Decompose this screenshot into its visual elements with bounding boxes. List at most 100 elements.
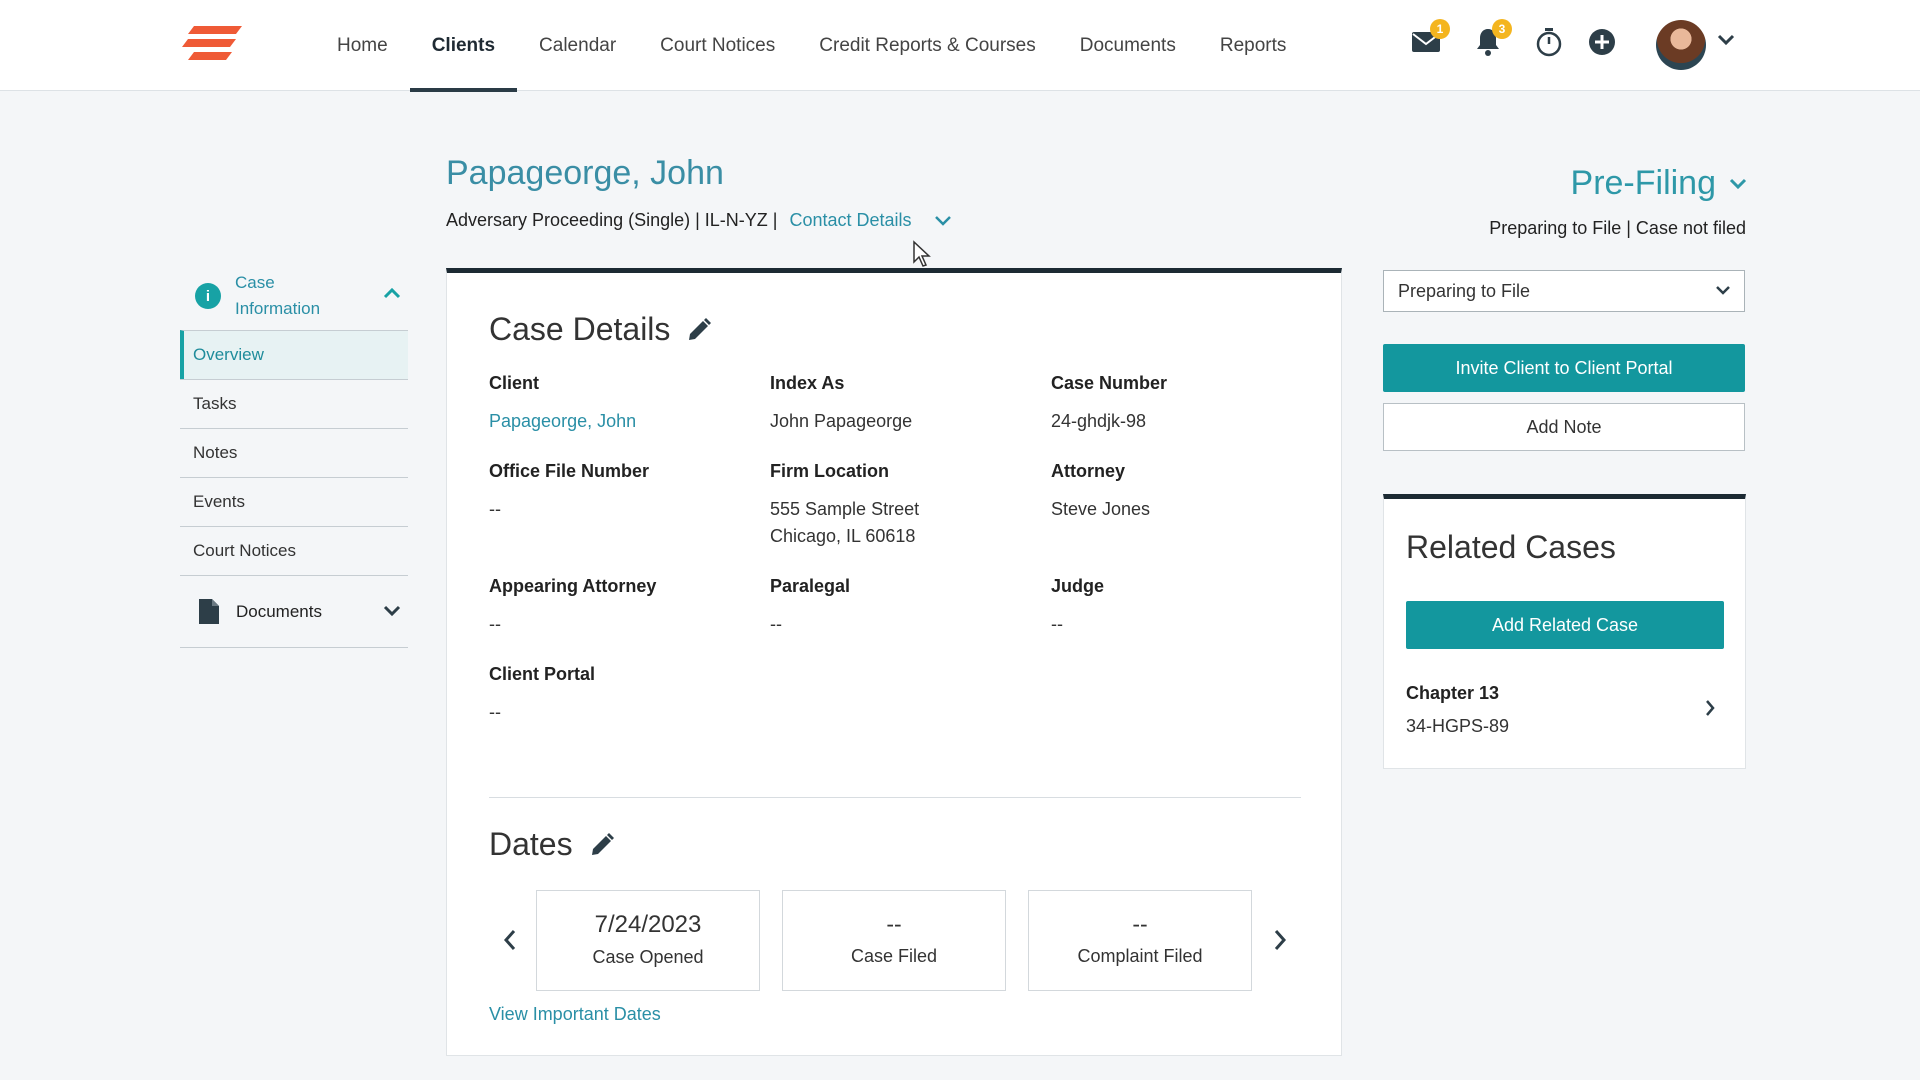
- date-label: Case Opened: [592, 947, 704, 967]
- field-value: 24-ghdjk-98: [1051, 411, 1147, 431]
- sidebar-item-court-notices[interactable]: Court Notices: [180, 526, 408, 575]
- pencil-icon[interactable]: [589, 832, 615, 858]
- sidebar-item-overview[interactable]: Overview: [180, 330, 408, 379]
- mail-badge: 1: [1430, 19, 1450, 39]
- case-status-select[interactable]: Preparing to File: [1383, 270, 1745, 312]
- date-value: 7/24/2023: [594, 911, 702, 938]
- field-label: Client Portal: [489, 664, 596, 684]
- field-value: John Papageorge: [770, 411, 913, 431]
- sidebar-item-notes[interactable]: Notes: [180, 428, 408, 477]
- dates-title: Dates: [489, 826, 573, 862]
- field-label: Judge: [1051, 576, 1105, 596]
- chevron-up-icon: [383, 287, 401, 299]
- view-important-dates-link[interactable]: View Important Dates: [489, 1004, 661, 1025]
- chevron-down-icon: [1716, 286, 1730, 295]
- sidebar-item-events[interactable]: Events: [180, 477, 408, 526]
- date-label: Complaint Filed: [1077, 946, 1203, 966]
- invite-client-portal-button[interactable]: Invite Client to Client Portal: [1383, 344, 1745, 392]
- field-attorney: Attorney Steve Jones: [1051, 461, 1311, 523]
- chevron-left-icon: [503, 930, 516, 950]
- field-value: --: [770, 614, 782, 634]
- field-label: Client: [489, 373, 540, 393]
- field-value: Steve Jones: [1051, 499, 1151, 519]
- case-type-jurisdiction: Adversary Proceeding (Single) | IL-N-YZ …: [446, 210, 778, 230]
- nav-credit-reports-courses[interactable]: Credit Reports & Courses: [797, 0, 1057, 91]
- dates-prev-button[interactable]: [495, 925, 525, 955]
- main-nav: Home Clients Calendar Court Notices Cred…: [315, 0, 1309, 92]
- case-stage-label: Pre-Filing: [1570, 164, 1716, 202]
- related-case-chapter: Chapter 13: [1406, 683, 1500, 703]
- dates-next-button[interactable]: [1265, 925, 1295, 955]
- field-label: Appearing Attorney: [489, 576, 657, 596]
- case-status-selected: Preparing to File: [1398, 280, 1531, 301]
- chevron-down-icon[interactable]: [934, 215, 952, 227]
- nav-calendar[interactable]: Calendar: [517, 0, 638, 91]
- case-details-heading: Case Details: [489, 311, 712, 348]
- case-details-card: Case Details Client Papageorge, John Ind…: [446, 268, 1342, 1056]
- case-stage-dropdown[interactable]: Pre-Filing: [1571, 164, 1748, 203]
- field-value: --: [489, 614, 501, 634]
- add-related-case-button[interactable]: Add Related Case: [1406, 601, 1724, 649]
- field-label: Office File Number: [489, 461, 650, 481]
- chevron-right-icon: [1706, 700, 1715, 716]
- info-icon: i: [195, 283, 221, 309]
- date-card-case-opened: 7/24/2023 Case Opened: [536, 890, 760, 991]
- case-information-section[interactable]: i Case Information: [180, 262, 408, 330]
- pencil-icon[interactable]: [686, 317, 712, 343]
- sidebar-item-tasks[interactable]: Tasks: [180, 379, 408, 428]
- chevron-down-icon: [1717, 34, 1735, 46]
- field-office-file-number: Office File Number --: [489, 461, 749, 523]
- client-name-title: Papageorge, John: [446, 154, 724, 192]
- notifications-button[interactable]: 3: [1470, 19, 1512, 60]
- app-logo[interactable]: [180, 24, 244, 64]
- nav-court-notices[interactable]: Court Notices: [638, 0, 797, 91]
- add-new-button[interactable]: [1584, 24, 1620, 60]
- date-card-case-filed: -- Case Filed: [782, 890, 1006, 991]
- user-avatar[interactable]: [1656, 20, 1706, 70]
- case-information-label: Case Information: [235, 273, 321, 318]
- field-label: Index As: [770, 373, 845, 393]
- related-cases-card: Related Cases Add Related Case Chapter 1…: [1383, 494, 1746, 769]
- field-label: Case Number: [1051, 373, 1168, 393]
- sidebar-item-documents[interactable]: Documents: [180, 575, 408, 648]
- stopwatch-icon: [1536, 28, 1562, 57]
- field-value: --: [489, 702, 501, 722]
- contact-details-link[interactable]: Contact Details: [789, 210, 911, 231]
- related-cases-title: Related Cases: [1406, 529, 1616, 565]
- nav-reports[interactable]: Reports: [1198, 0, 1309, 91]
- plus-circle-icon: [1589, 29, 1615, 55]
- mouse-cursor-icon: [912, 240, 932, 273]
- mail-button[interactable]: 1: [1408, 19, 1450, 60]
- timer-button[interactable]: [1531, 24, 1567, 60]
- field-case-number: Case Number 24-ghdjk-98: [1051, 373, 1311, 435]
- date-value: --: [886, 911, 902, 937]
- field-value: --: [489, 499, 501, 519]
- field-client-portal: Client Portal --: [489, 664, 749, 726]
- section-divider: [489, 797, 1301, 798]
- address-line-2: Chicago, IL 60618: [770, 526, 916, 546]
- date-label: Case Filed: [850, 946, 938, 966]
- chevron-down-icon: [383, 605, 401, 617]
- field-firm-location: Firm Location 555 Sample Street Chicago,…: [770, 461, 1030, 550]
- documents-label: Documents: [236, 601, 322, 621]
- nav-clients[interactable]: Clients: [409, 0, 518, 92]
- field-paralegal: Paralegal --: [770, 576, 1030, 638]
- field-client: Client Papageorge, John: [489, 373, 749, 435]
- related-case-row[interactable]: Chapter 13 34-HGPS-89: [1406, 683, 1724, 737]
- chevron-right-icon: [1274, 930, 1287, 950]
- date-value: --: [1132, 911, 1148, 937]
- add-note-button[interactable]: Add Note: [1383, 403, 1745, 451]
- field-value: --: [1051, 614, 1063, 634]
- nav-home[interactable]: Home: [315, 0, 410, 91]
- field-label: Firm Location: [770, 461, 890, 481]
- dates-heading: Dates: [489, 826, 615, 863]
- nav-documents[interactable]: Documents: [1058, 0, 1198, 91]
- field-judge: Judge --: [1051, 576, 1311, 638]
- case-subtitle: Adversary Proceeding (Single) | IL-N-YZ …: [446, 210, 952, 231]
- notifications-badge: 3: [1492, 19, 1512, 39]
- field-index-as: Index As John Papageorge: [770, 373, 1030, 435]
- address-line-1: 555 Sample Street: [770, 499, 920, 519]
- user-menu-chevron[interactable]: [1716, 33, 1736, 52]
- related-case-number: 34-HGPS-89: [1406, 716, 1510, 736]
- client-link[interactable]: Papageorge, John: [489, 408, 749, 435]
